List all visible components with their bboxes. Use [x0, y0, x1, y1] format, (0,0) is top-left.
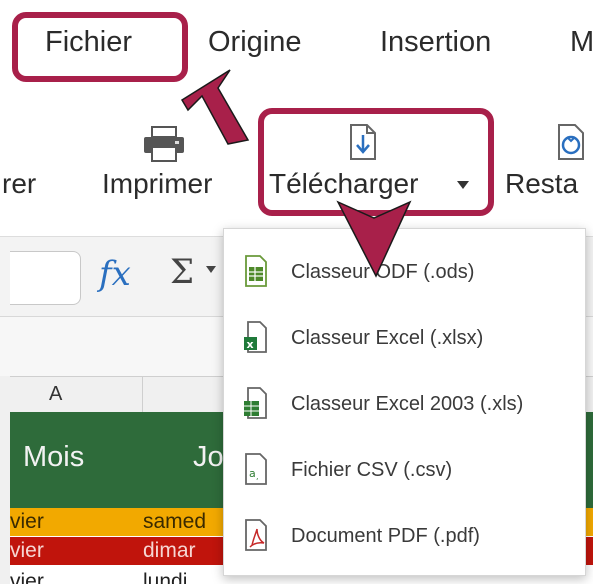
sum-caret-icon[interactable]: [206, 266, 216, 273]
annotation-arrow-icon: [336, 200, 412, 278]
menu-item-pdf[interactable]: Document PDF (.pdf): [224, 507, 585, 567]
table-cell[interactable]: vier: [10, 570, 44, 584]
svg-text:a: a: [249, 467, 256, 480]
menu-item-csv[interactable]: a , Fichier CSV (.csv): [224, 441, 585, 501]
menu-item-label: Classeur Excel (.xlsx): [291, 327, 484, 349]
menu-item-xls[interactable]: Classeur Excel 2003 (.xls): [224, 375, 585, 435]
xls-file-icon: [244, 387, 268, 419]
restore-icon[interactable]: [556, 123, 588, 168]
column-divider: [142, 376, 143, 412]
svg-text:x: x: [247, 338, 254, 351]
table-cell[interactable]: dimar: [143, 539, 196, 563]
menu-item-xlsx[interactable]: x Classeur Excel (.xlsx): [224, 309, 585, 369]
table-cell[interactable]: vier: [10, 510, 44, 534]
menu-origine[interactable]: Origine: [208, 26, 302, 59]
row-headers: [0, 376, 10, 584]
name-box[interactable]: [10, 251, 81, 305]
sum-icon[interactable]: Σ: [170, 252, 194, 292]
menu-item-label: Classeur Excel 2003 (.xls): [291, 393, 524, 415]
csv-file-icon: a ,: [244, 453, 268, 485]
pdf-file-icon: [244, 519, 268, 551]
ribbon-partial-left-label[interactable]: rer: [2, 168, 36, 200]
menu-insertion[interactable]: Insertion: [380, 26, 491, 59]
function-wizard-icon[interactable]: fx: [99, 254, 131, 294]
menu-item-label: Document PDF (.pdf): [291, 525, 480, 547]
header-cell-mois[interactable]: Mois: [23, 441, 84, 474]
column-header-a[interactable]: A: [49, 383, 62, 406]
ods-file-icon: [244, 255, 268, 287]
svg-text:,: ,: [256, 472, 259, 481]
header-cell-jour[interactable]: Jo: [193, 441, 224, 474]
xlsx-file-icon: x: [244, 321, 268, 353]
annotation-arrow-icon: [180, 69, 250, 145]
app-window: Fichier Origine Insertion M rer Imprimer…: [0, 0, 593, 584]
annotation-highlight-fichier: [12, 12, 188, 82]
restore-button[interactable]: Resta: [505, 168, 578, 200]
table-cell[interactable]: vier: [10, 539, 44, 563]
print-button[interactable]: Imprimer: [102, 168, 212, 200]
table-cell[interactable]: lundi: [143, 570, 187, 584]
table-cell[interactable]: samed: [143, 510, 206, 534]
menu-next-partial[interactable]: M: [570, 26, 593, 59]
menu-item-label: Fichier CSV (.csv): [291, 459, 453, 481]
